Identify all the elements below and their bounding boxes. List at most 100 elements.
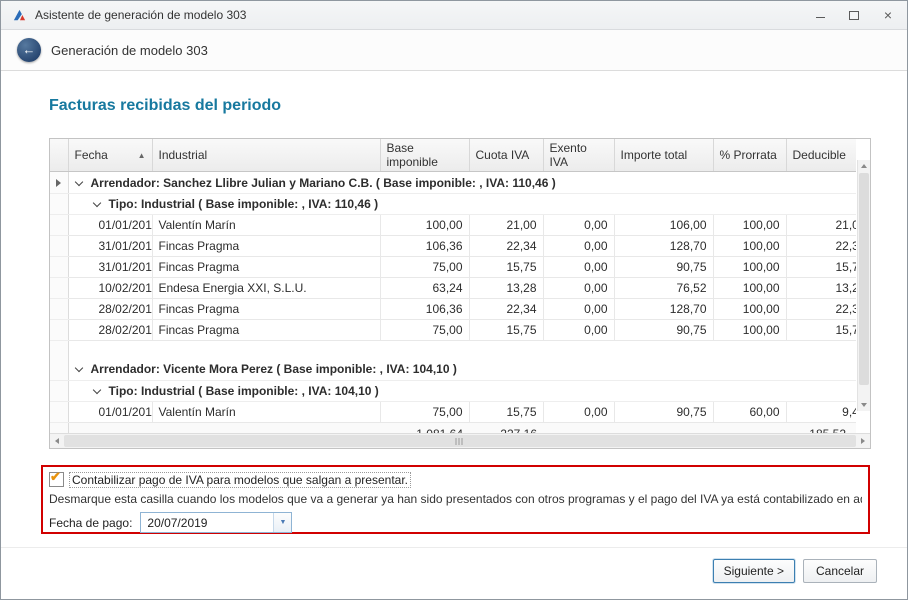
cell-exento-iva: 0,00	[543, 236, 614, 257]
contabilizar-checkbox[interactable]: ✔	[49, 472, 64, 487]
fecha-pago-input[interactable]: 20/07/2019 ▼	[140, 512, 292, 533]
collapse-chevron-icon[interactable]	[74, 177, 82, 185]
fecha-pago-row: Fecha de pago: 20/07/2019 ▼	[49, 512, 862, 533]
cell-base-imponible: 75,00	[380, 402, 469, 423]
subgroup-row[interactable]: Tipo: Industrial ( Base imponible: , IVA…	[50, 194, 856, 215]
table-row[interactable]: 01/01/2019Valentín Marín75,0015,750,0090…	[50, 402, 856, 423]
calendar-dropdown-button[interactable]: ▼	[273, 513, 291, 532]
cancelar-button[interactable]: Cancelar	[803, 559, 877, 583]
column-header-cuota-iva[interactable]: Cuota IVA	[469, 139, 543, 172]
column-header-deducible[interactable]: Deducible	[786, 139, 856, 172]
close-icon: ×	[884, 8, 892, 22]
vertical-scrollbar-thumb[interactable]	[859, 173, 869, 385]
row-gutter	[50, 236, 68, 257]
grid-corner	[50, 139, 68, 172]
footer-divider	[1, 547, 907, 548]
column-header-fecha[interactable]: Fecha▲	[68, 139, 152, 172]
scroll-left-icon[interactable]	[55, 438, 59, 444]
group-row[interactable]: Arrendador: Vicente Mora Perez ( Base im…	[50, 359, 856, 381]
cell-fecha: 01/01/2019	[68, 215, 152, 236]
subgroup-cell: Tipo: Industrial ( Base imponible: , IVA…	[68, 381, 856, 402]
cell-cuota-iva: 21,00	[469, 215, 543, 236]
row-gutter	[50, 278, 68, 299]
sort-asc-icon: ▲	[138, 151, 146, 160]
app-logo-icon	[11, 7, 27, 23]
subgroup-label: Tipo: Industrial ( Base imponible: , IVA…	[109, 197, 379, 211]
cell-deducible: 15,75	[786, 320, 856, 341]
wizard-header: ← Generación de modelo 303	[1, 30, 907, 71]
table-row[interactable]: 10/02/2019Endesa Energia XXI, S.L.U.63,2…	[50, 278, 856, 299]
summary-base-imponible: 1.081,64	[380, 423, 469, 434]
cell-cuota-iva: 15,75	[469, 257, 543, 278]
siguiente-button[interactable]: Siguiente >	[713, 559, 795, 583]
cell-importe-total: 90,75	[614, 320, 713, 341]
fecha-pago-value: 20/07/2019	[141, 516, 273, 530]
subgroup-row[interactable]: Tipo: Industrial ( Base imponible: , IVA…	[50, 381, 856, 402]
grid-header-row: Fecha▲IndustrialBase imponible Cuota IVAE…	[50, 139, 856, 172]
group-label: Arrendador: Sanchez Llibre Julian y Mari…	[91, 176, 556, 190]
table-row[interactable]: 28/02/2019Fincas Pragma106,3622,340,0012…	[50, 299, 856, 320]
table-row[interactable]: 28/02/2019Fincas Pragma75,0015,750,0090,…	[50, 320, 856, 341]
invoices-table: Fecha▲IndustrialBase imponible Cuota IVAE…	[50, 139, 856, 433]
column-header-importe-total[interactable]: Importe total	[614, 139, 713, 172]
restore-button[interactable]	[845, 7, 863, 23]
summary-fecha	[68, 423, 152, 434]
column-header-base-imponible[interactable]: Base imponible	[380, 139, 469, 172]
group-row[interactable]: Arrendador: Sanchez Llibre Julian y Mari…	[50, 172, 856, 194]
cell-deducible: 21,00	[786, 215, 856, 236]
column-header-industrial[interactable]: Industrial	[152, 139, 380, 172]
horizontal-scrollbar[interactable]	[50, 433, 870, 448]
cell-prorrata: 100,00	[713, 215, 786, 236]
collapse-chevron-icon[interactable]	[92, 386, 100, 394]
cell-cuota-iva: 15,75	[469, 320, 543, 341]
vertical-scrollbar[interactable]	[857, 160, 870, 411]
back-button[interactable]: ←	[17, 38, 41, 62]
row-gutter	[50, 257, 68, 278]
check-icon: ✔	[50, 469, 61, 485]
row-gutter	[50, 359, 68, 381]
collapse-chevron-icon[interactable]	[92, 199, 100, 207]
cell-fecha: 10/02/2019	[68, 278, 152, 299]
wizard-window: Asistente de generación de modelo 303 × …	[0, 0, 908, 600]
cell-importe-total: 90,75	[614, 257, 713, 278]
titlebar[interactable]: Asistente de generación de modelo 303 ×	[1, 1, 907, 30]
column-header-label: Exento IVA	[550, 141, 587, 169]
cell-base-imponible: 106,36	[380, 299, 469, 320]
column-header-label: Importe total	[621, 148, 688, 162]
scroll-down-icon[interactable]	[861, 403, 867, 407]
horizontal-scrollbar-thumb[interactable]	[64, 435, 856, 447]
table-row[interactable]: 01/01/2019Valentín Marín100,0021,000,001…	[50, 215, 856, 236]
table-row[interactable]: 31/01/2019Fincas Pragma75,0015,750,0090,…	[50, 257, 856, 278]
cell-prorrata: 100,00	[713, 320, 786, 341]
grid-viewport: Fecha▲IndustrialBase imponible Cuota IVAE…	[50, 139, 856, 433]
cell-deducible: 15,75	[786, 257, 856, 278]
focused-row-indicator-icon	[56, 179, 61, 187]
column-header-exento-iva[interactable]: Exento IVA	[543, 139, 614, 172]
cell-prorrata: 100,00	[713, 257, 786, 278]
scroll-up-icon[interactable]	[861, 164, 867, 168]
grid-body: Arrendador: Sanchez Llibre Julian y Mari…	[50, 172, 856, 434]
cell-exento-iva: 0,00	[543, 278, 614, 299]
scroll-right-icon[interactable]	[861, 438, 865, 444]
minimize-button[interactable]	[811, 7, 829, 23]
cell-base-imponible: 106,36	[380, 236, 469, 257]
summary-exento-iva	[543, 423, 614, 434]
section-title: Facturas recibidas del periodo	[49, 97, 281, 115]
row-gutter	[50, 299, 68, 320]
chevron-down-icon: ▼	[279, 519, 286, 526]
summary-deducible: 185,52	[786, 423, 856, 434]
row-gutter	[50, 172, 68, 194]
table-row[interactable]: 31/01/2019Fincas Pragma106,3622,340,0012…	[50, 236, 856, 257]
cell-exento-iva: 0,00	[543, 299, 614, 320]
column-header-label: % Prorrata	[720, 148, 777, 162]
options-description: Desmarque esta casilla cuando los modelo…	[49, 492, 862, 506]
column-header-label: Base imponible	[387, 141, 438, 169]
contabilizar-checkbox-label[interactable]: Contabilizar pago de IVA para modelos qu…	[70, 473, 410, 487]
collapse-chevron-icon[interactable]	[74, 364, 82, 372]
column-header-prorrata[interactable]: % Prorrata	[713, 139, 786, 172]
iva-options-box: ✔ Contabilizar pago de IVA para modelos …	[41, 465, 870, 534]
close-button[interactable]: ×	[879, 7, 897, 23]
cell-cuota-iva: 15,75	[469, 402, 543, 423]
cell-base-imponible: 63,24	[380, 278, 469, 299]
cell-cuota-iva: 22,34	[469, 236, 543, 257]
